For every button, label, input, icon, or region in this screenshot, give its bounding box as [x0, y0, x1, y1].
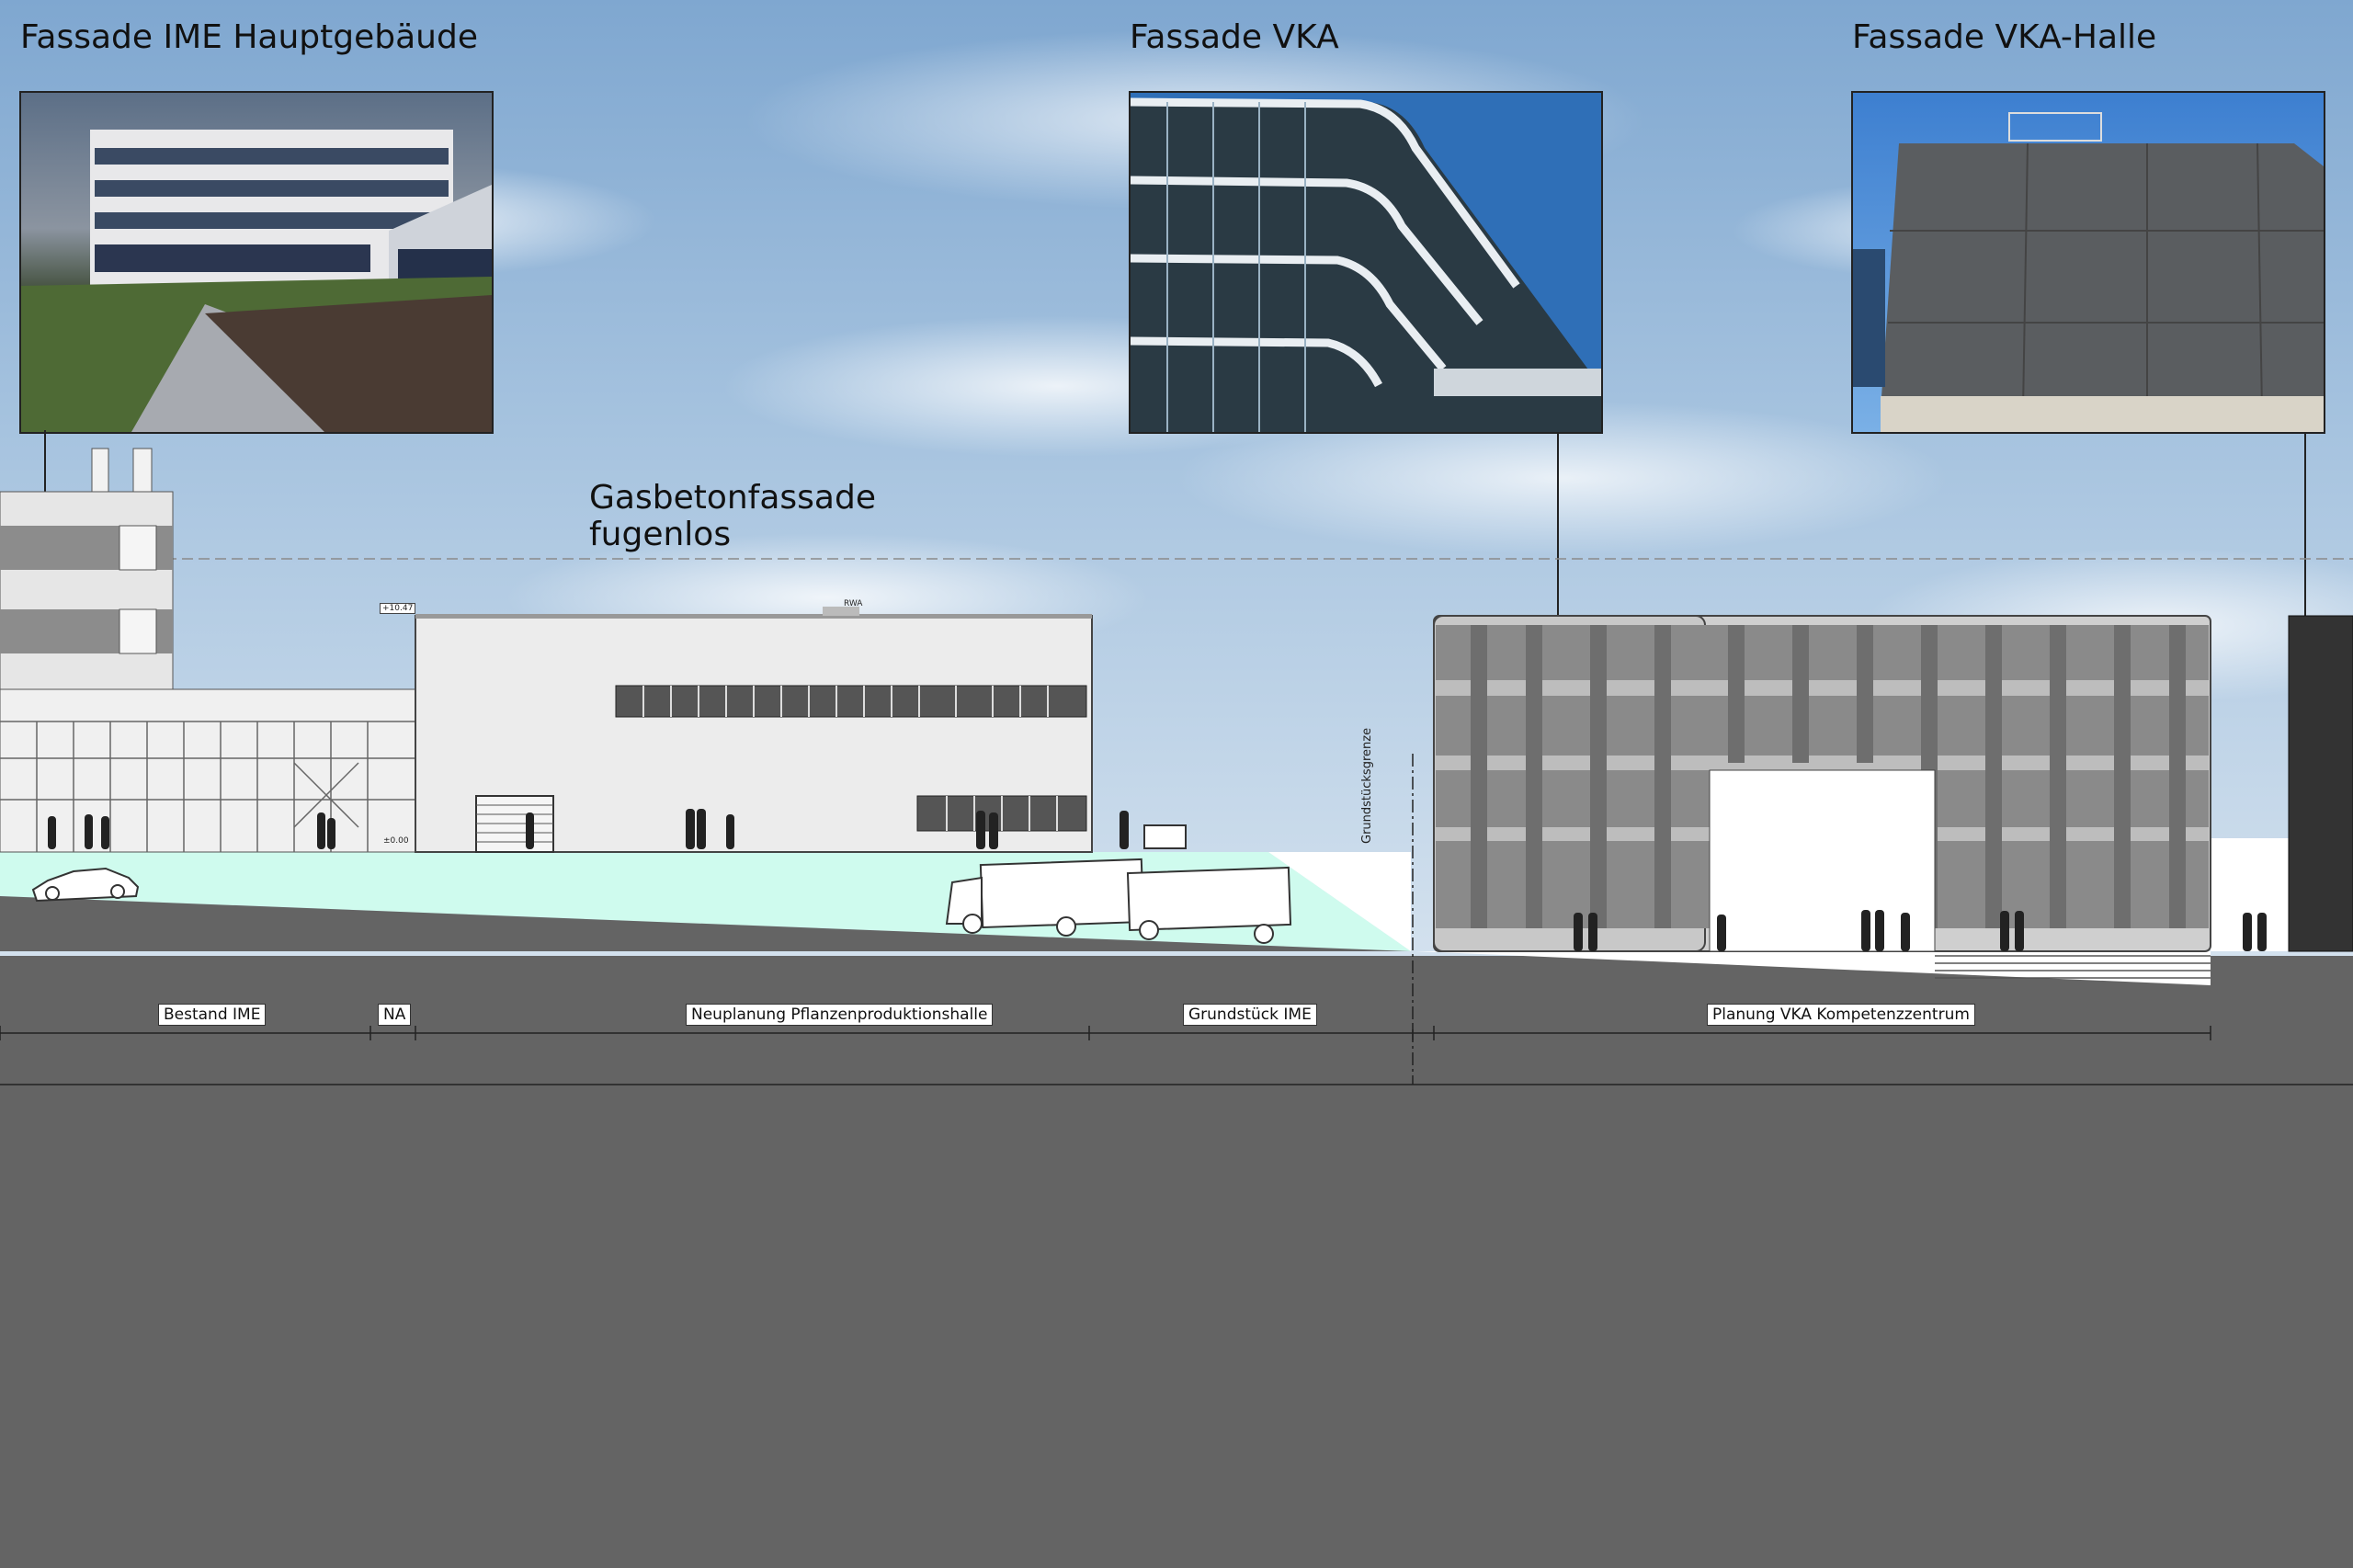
building-vka-kompetenzzentrum: [1433, 615, 2211, 979]
label-rwa: RWA: [844, 599, 863, 608]
annotation-line-2: fugenlos: [589, 516, 732, 553]
label-grundstuecksgrenze: Grundstücksgrenze: [1360, 727, 1374, 844]
label-level-top: +10.47: [380, 603, 416, 614]
dim-label-bestand-ime: Bestand IME: [158, 1004, 267, 1026]
dim-label-neuplanung: Neuplanung Pflanzenproduktionshalle: [686, 1004, 994, 1026]
annotation-gasbeton: Gasbetonfassade fugenlos: [589, 480, 876, 553]
label-level-zero: ±0.00: [383, 836, 409, 846]
dim-label-grundstueck-ime: Grundstück IME: [1183, 1004, 1317, 1026]
annotation-line-1: Gasbetonfassade: [589, 479, 876, 517]
building-bestand-ime: [0, 448, 416, 853]
elevation-drawing: [0, 430, 2353, 1085]
dimension-line: [0, 1026, 2353, 1085]
dim-label-na: NA: [378, 1004, 412, 1026]
dim-label-planung-vka: Planung VKA Kompetenzzentrum: [1707, 1004, 1975, 1026]
